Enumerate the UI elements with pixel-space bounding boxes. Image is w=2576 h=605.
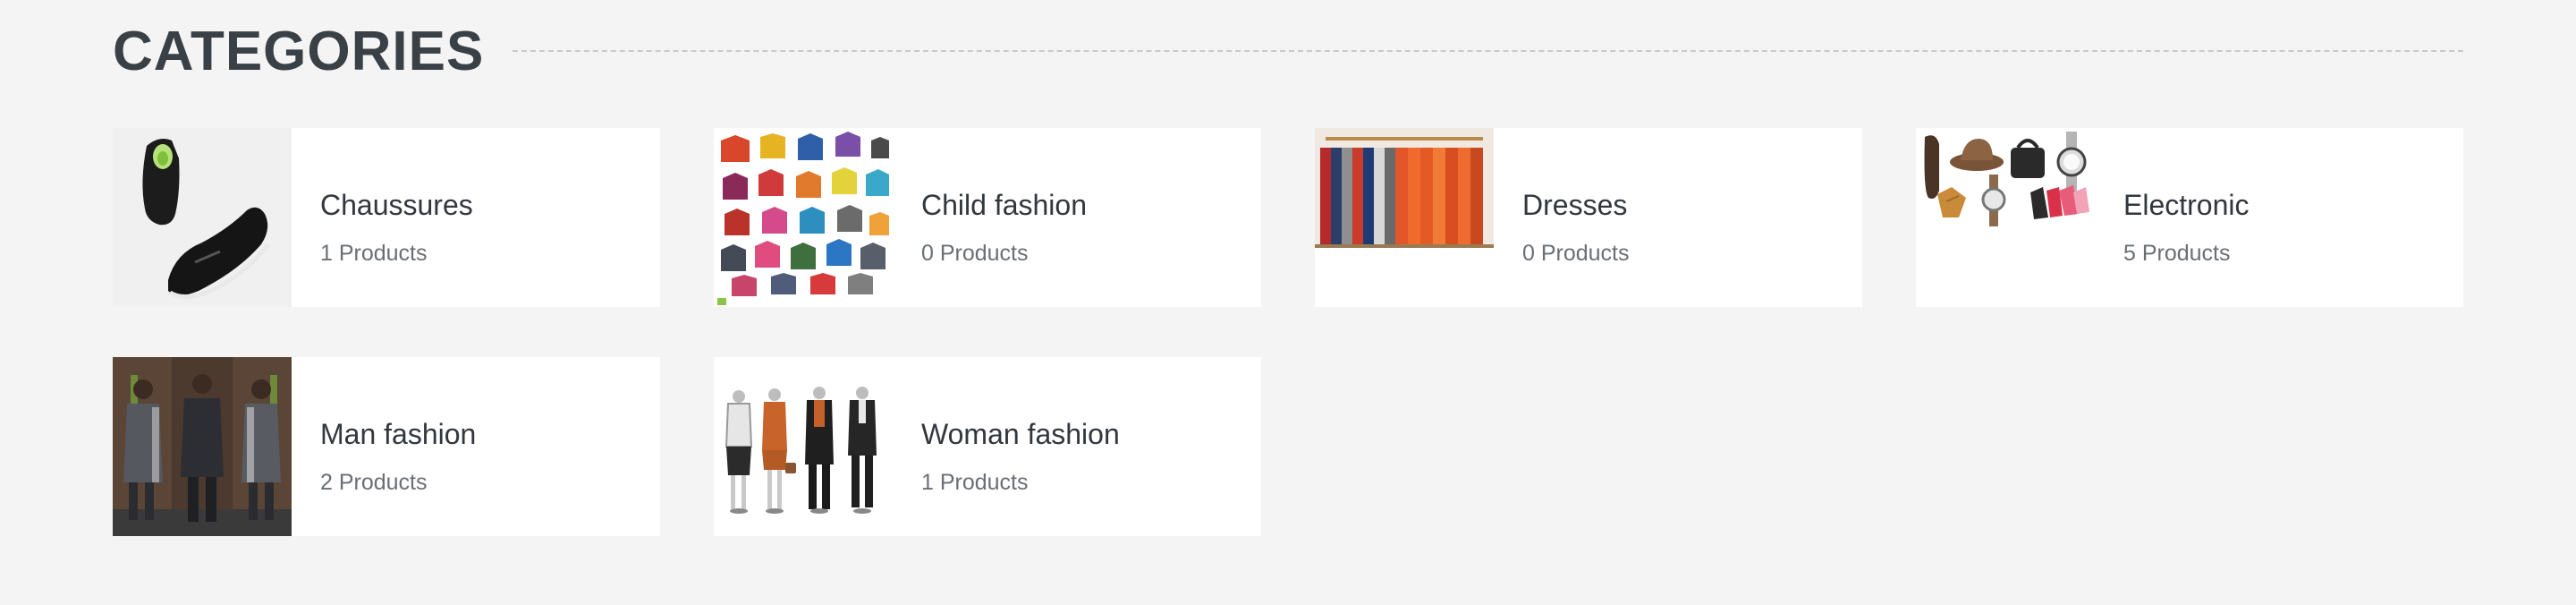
- category-count: 0 Products: [1522, 241, 1630, 266]
- category-name[interactable]: Chaussures: [320, 189, 473, 222]
- category-card-child-fashion[interactable]: Child fashion 0 Products: [714, 128, 1261, 307]
- category-name[interactable]: Woman fashion: [921, 418, 1120, 451]
- category-image-chaussures[interactable]: [113, 128, 292, 307]
- category-image-child-fashion[interactable]: [714, 128, 893, 307]
- category-count: 1 Products: [921, 470, 1029, 495]
- category-count: 5 Products: [2123, 241, 2231, 266]
- category-name[interactable]: Child fashion: [921, 189, 1087, 222]
- category-card-man-fashion[interactable]: Man fashion 2 Products: [113, 357, 660, 536]
- category-card-chaussures[interactable]: Chaussures 1 Products: [113, 128, 660, 307]
- category-count: 2 Products: [320, 470, 428, 495]
- category-card-dresses[interactable]: Dresses 0 Products: [1315, 128, 1862, 307]
- section-header: CATEGORIES: [113, 11, 2463, 91]
- category-image-woman-fashion[interactable]: [714, 357, 893, 536]
- category-count: 0 Products: [921, 241, 1029, 266]
- category-card-woman-fashion[interactable]: Woman fashion 1 Products: [714, 357, 1261, 536]
- category-image-electronic[interactable]: [1916, 128, 2095, 307]
- category-image-man-fashion[interactable]: [113, 357, 292, 536]
- dashed-divider: [513, 50, 2463, 52]
- category-count: 1 Products: [320, 241, 428, 266]
- category-name[interactable]: Dresses: [1522, 189, 1627, 222]
- categories-section: CATEGORIES Chaussures 1 Products Child f…: [0, 0, 2576, 605]
- category-card-electronic[interactable]: Electronic 5 Products: [1916, 128, 2463, 307]
- section-title: CATEGORIES: [113, 20, 485, 82]
- category-name[interactable]: Electronic: [2123, 189, 2250, 222]
- category-image-dresses[interactable]: [1315, 128, 1494, 307]
- category-name[interactable]: Man fashion: [320, 418, 476, 451]
